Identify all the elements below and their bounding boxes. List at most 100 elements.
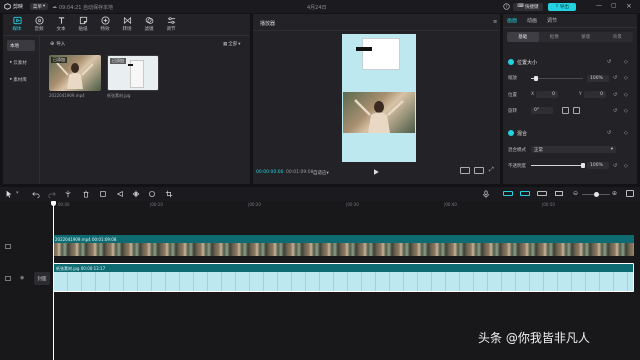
subtab-mask[interactable]: 蒙版	[570, 32, 602, 42]
blend-mode-label: 混合模式	[508, 148, 526, 153]
tab-audio[interactable]: 音频	[28, 14, 50, 36]
preview-axis-icon[interactable]	[555, 191, 563, 196]
redo-icon[interactable]	[48, 190, 56, 200]
select-tool-icon[interactable]	[5, 190, 13, 200]
microphone-icon[interactable]	[482, 190, 490, 200]
zoom-slider-handle[interactable]	[594, 191, 599, 197]
subtab-basic[interactable]: 基础	[507, 32, 539, 42]
rotate-reset-icon[interactable]: ↺	[613, 108, 617, 114]
track-lock-icon[interactable]	[5, 244, 11, 249]
tab-animation[interactable]: 动画	[527, 17, 537, 24]
total-time: 00:01:09:08	[286, 170, 314, 175]
subtab-cutout[interactable]: 抠像	[539, 32, 571, 42]
capcut-logo-icon	[4, 3, 11, 10]
video-clip-label: 2022041909.mp4 00:01:09:08	[55, 236, 117, 242]
scale-keyframe-icon[interactable]: ◇	[624, 75, 628, 81]
delete-icon[interactable]	[82, 190, 90, 200]
minimize-icon[interactable]: —	[596, 2, 602, 9]
reverse-icon[interactable]	[116, 190, 124, 200]
zoom-in-icon[interactable]: ⊕	[612, 190, 617, 197]
inspector-tabs: 画面 动画 调节	[503, 14, 637, 28]
video-clip[interactable]: 2022041909.mp4 00:01:09:08	[53, 235, 634, 256]
tab-filter[interactable]: 滤镜	[138, 14, 160, 36]
undo-icon[interactable]	[32, 190, 40, 200]
position-x-input[interactable]: 0	[536, 91, 558, 98]
close-icon[interactable]: ×	[626, 2, 632, 10]
tab-media[interactable]: 媒体	[6, 14, 28, 36]
rotate-icon[interactable]	[148, 190, 156, 200]
x-label: X	[531, 92, 535, 97]
quality-dropdown[interactable]: 自适应▾	[313, 170, 329, 176]
black-tape	[356, 47, 372, 51]
video-thumbnail: 已添加	[49, 55, 101, 91]
compare-icon[interactable]	[460, 167, 470, 174]
scale-slider-handle[interactable]	[534, 76, 539, 81]
opacity-input[interactable]: 100%	[587, 162, 609, 169]
scale-reset-icon[interactable]: ↺	[613, 75, 617, 81]
maximize-icon[interactable]: ▢	[611, 2, 617, 9]
rotate-keyframe-icon[interactable]: ◇	[624, 108, 628, 114]
import-button[interactable]: ⊕ 导入	[50, 41, 65, 47]
aspect-ratio-icon[interactable]	[474, 167, 484, 174]
auto-snap-icon[interactable]	[520, 191, 530, 196]
play-button[interactable]	[372, 168, 380, 178]
scale-input[interactable]: 100%	[587, 75, 609, 82]
help-icon[interactable]: ?	[503, 3, 510, 12]
track-eye-icon[interactable]: ◉	[20, 275, 24, 281]
media-clip-video[interactable]: 已添加 2022041909.mp4	[49, 55, 101, 99]
tab-effect[interactable]: 特效	[94, 14, 116, 36]
export-button[interactable]: ⇪ 导出	[548, 2, 576, 11]
flip-vertical-icon[interactable]	[573, 107, 580, 114]
rotate-input[interactable]: 0°	[531, 107, 553, 114]
split-icon[interactable]	[64, 190, 72, 200]
media-clip-image[interactable]: 已添加 纸张素材.jpg	[107, 55, 159, 99]
tab-transition[interactable]: 转场	[116, 14, 138, 36]
fit-timeline-icon[interactable]	[626, 190, 634, 197]
mirror-icon[interactable]	[132, 190, 140, 200]
sidebar-item-local[interactable]: 本地	[7, 40, 35, 51]
project-title[interactable]: 4月24日	[307, 4, 327, 11]
opacity-reset-icon[interactable]: ↺	[613, 163, 617, 169]
blend-reset-icon[interactable]: ↺	[607, 130, 611, 136]
preview-canvas[interactable]	[342, 34, 416, 162]
tab-adjust-inspector[interactable]: 调节	[547, 17, 557, 24]
tab-picture[interactable]: 画面	[507, 17, 517, 24]
dancer-figure	[354, 99, 404, 133]
main-track-magnet-icon[interactable]	[503, 191, 513, 196]
cover-button[interactable]: 封面	[34, 272, 50, 285]
view-filter-dropdown[interactable]: ▦ 全部 ▾	[223, 41, 241, 48]
position-keyframe-icon[interactable]: ◇	[624, 92, 628, 98]
fullscreen-icon[interactable]: ⤢	[489, 166, 494, 174]
blend-toggle[interactable]	[508, 130, 514, 136]
sidebar-item-cloud[interactable]: ▸ 云素材	[7, 57, 35, 68]
position-y-input[interactable]: 0	[584, 91, 606, 98]
sidebar-item-library[interactable]: ▸ 素材库	[7, 74, 35, 85]
position-toggle[interactable]	[508, 59, 514, 65]
timeline-ruler[interactable]: 00:00 |00:10 |00:20 |00:30 |00:40 |00:50	[52, 201, 640, 209]
blend-keyframe-icon[interactable]: ◇	[624, 130, 628, 136]
keyframe-icon[interactable]: ◇	[624, 59, 628, 65]
track-lock-icon[interactable]	[5, 276, 11, 281]
freeze-icon[interactable]	[99, 190, 107, 200]
tab-text[interactable]: 文本	[50, 14, 72, 36]
playhead-line[interactable]	[53, 205, 54, 360]
shortcut-button[interactable]: ⌨ 快捷键	[513, 2, 543, 11]
menu-button[interactable]: 菜单 ▾	[30, 3, 48, 10]
select-tool-dropdown[interactable]: ▾	[16, 190, 19, 196]
image-clip[interactable]: 纸张素材.jpg 00:00:13:17	[53, 263, 634, 292]
reset-icon[interactable]: ↺	[607, 59, 611, 65]
opacity-keyframe-icon[interactable]: ◇	[624, 163, 628, 169]
opacity-slider-handle[interactable]	[581, 163, 585, 168]
subtab-background[interactable]: 背景	[602, 32, 634, 42]
more-icon[interactable]: ≡	[493, 19, 497, 25]
tab-adjust[interactable]: 调节	[160, 14, 182, 36]
transition-icon	[123, 16, 132, 25]
zoom-out-icon[interactable]: ⊖	[573, 190, 578, 197]
crop-icon[interactable]	[165, 190, 173, 200]
flip-horizontal-icon[interactable]	[562, 107, 569, 114]
blend-mode-select[interactable]: 正常 ▾	[531, 146, 616, 153]
tab-sticker[interactable]: 贴纸	[72, 14, 94, 36]
scale-slider-track[interactable]	[531, 78, 583, 79]
linkage-icon[interactable]	[537, 191, 547, 196]
position-reset-icon[interactable]: ↺	[613, 92, 617, 98]
